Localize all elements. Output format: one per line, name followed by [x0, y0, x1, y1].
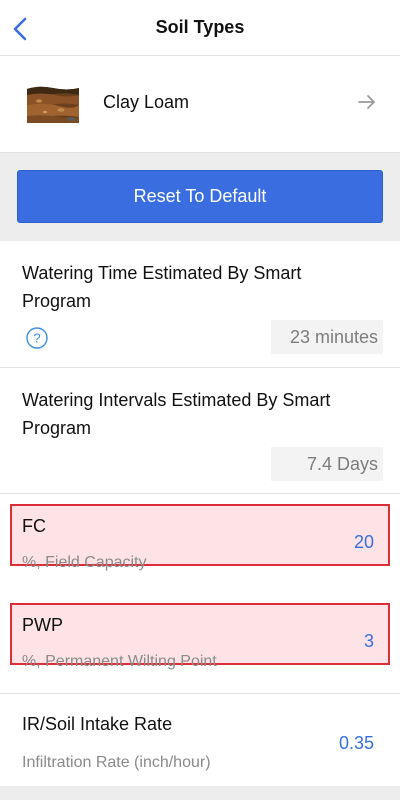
ir-description: Infiltration Rate (inch/hour)	[22, 754, 211, 771]
watering-intervals-value: 7.4 Days	[271, 447, 383, 481]
soil-type-selector[interactable]: Clay Loam	[0, 56, 400, 153]
nav-header: Soil Types	[0, 0, 400, 56]
pwp-label: PWP	[22, 615, 64, 635]
back-button[interactable]	[8, 15, 32, 43]
watering-intervals-card: Watering Intervals Estimated By Smart Pr…	[0, 368, 400, 494]
watering-time-title: Watering Time Estimated By Smart Program	[22, 263, 302, 311]
watering-time-card: Watering Time Estimated By Smart Program…	[0, 241, 400, 368]
ir-value[interactable]: 0.35	[339, 733, 374, 754]
help-icon[interactable]: ?	[26, 327, 48, 349]
page-title: Soil Types	[155, 17, 245, 37]
watering-intervals-title: Watering Intervals Estimated By Smart Pr…	[22, 390, 331, 438]
fc-row[interactable]: FC %, Field Capacity 20	[10, 504, 390, 571]
pwp-value[interactable]: 3	[364, 631, 374, 652]
arrow-right-icon	[358, 95, 375, 109]
soil-image	[25, 83, 81, 127]
svg-text:?: ?	[33, 331, 40, 346]
fc-value[interactable]: 20	[354, 532, 374, 553]
fc-label: FC	[22, 516, 46, 536]
reset-to-default-button[interactable]: Reset To Default	[17, 170, 383, 223]
soil-type-name: Clay Loam	[103, 92, 190, 112]
chevron-left-icon	[13, 17, 27, 41]
ir-row[interactable]: IR/Soil Intake Rate Infiltration Rate (i…	[0, 694, 400, 786]
watering-time-value: 23 minutes	[271, 320, 383, 354]
fc-description: %, Field Capacity	[22, 554, 147, 571]
ir-label: IR/Soil Intake Rate	[22, 714, 173, 734]
pwp-description: %, Permanent Wilting Point	[22, 653, 217, 670]
pwp-row[interactable]: PWP %, Permanent Wilting Point 3	[10, 603, 390, 670]
